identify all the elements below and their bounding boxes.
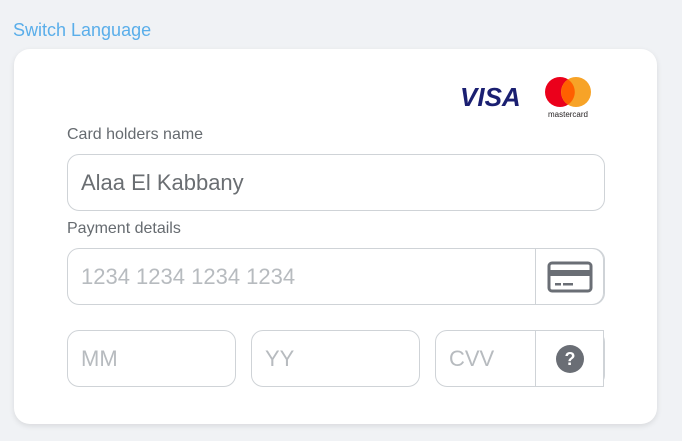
visa-logo: VISA — [460, 84, 521, 112]
cvv-help-addon[interactable]: ? — [535, 330, 604, 387]
mastercard-logo: mastercard — [545, 77, 591, 119]
question-mark-glyph: ? — [564, 349, 575, 369]
card-number-input[interactable] — [68, 263, 536, 290]
payment-card-form: VISA mastercard Card holders name Paymen… — [14, 49, 657, 424]
card-holder-field[interactable] — [67, 154, 605, 211]
expiry-month-input[interactable] — [81, 345, 235, 372]
card-holder-label: Card holders name — [67, 126, 204, 143]
card-number-field[interactable] — [67, 248, 605, 305]
expiry-year-field[interactable] — [251, 330, 420, 387]
cvv-input[interactable] — [436, 345, 536, 372]
card-holder-input[interactable] — [81, 169, 604, 196]
visa-logo-text: VISA — [460, 84, 521, 112]
expiry-month-field[interactable] — [67, 330, 236, 387]
cvv-field[interactable]: ? — [435, 330, 605, 387]
card-brand-logos: VISA mastercard — [460, 76, 610, 120]
question-circle-icon[interactable]: ? — [555, 344, 585, 374]
payment-details-label: Payment details — [67, 220, 181, 237]
mastercard-logo-text: mastercard — [548, 110, 588, 119]
card-number-addon — [535, 248, 604, 305]
switch-language-link[interactable]: Switch Language — [13, 20, 151, 41]
expiry-year-input[interactable] — [265, 345, 419, 372]
credit-card-icon — [547, 261, 592, 292]
